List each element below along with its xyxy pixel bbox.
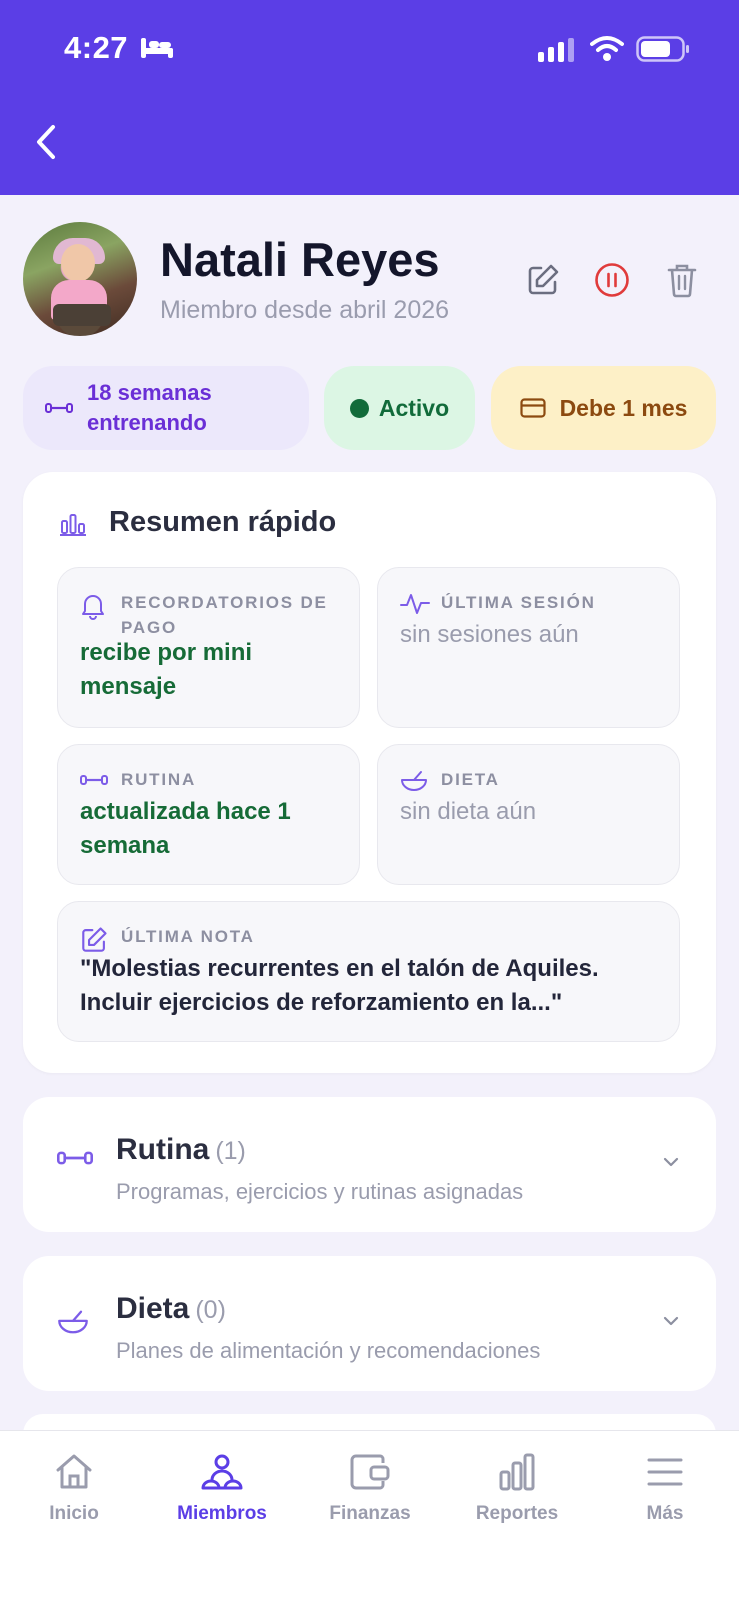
nav-item-inicio[interactable]: Inicio [0, 1449, 148, 1525]
pause-button[interactable] [590, 258, 634, 302]
battery-icon [636, 36, 690, 67]
routine-section[interactable]: Rutina (1) Programas, ejercicios y rutina… [23, 1097, 716, 1232]
edit-button[interactable] [521, 258, 565, 302]
section-count: (0) [195, 1296, 226, 1324]
activity-icon [400, 592, 430, 621]
nav-label: Finanzas [329, 1503, 411, 1524]
chevron-down-icon[interactable] [663, 1314, 679, 1332]
trash-icon [667, 264, 697, 298]
quick-summary-card: Resumen rápido RECORDATORIOS DE PAGO rec… [23, 472, 716, 1073]
menu-icon [591, 1449, 739, 1495]
nav-item-reportes[interactable]: Reportes [443, 1449, 591, 1525]
chevron-down-icon[interactable] [663, 1155, 679, 1173]
status-dot-icon [349, 398, 369, 418]
debt-label: Debe 1 mes [559, 394, 688, 421]
nav-label: Inicio [49, 1503, 99, 1524]
section-count: (1) [215, 1137, 246, 1165]
wifi-icon [590, 34, 624, 67]
weeks-training-label: 18 semanas entrenando [87, 380, 212, 435]
tile-label: RUTINA [121, 770, 197, 789]
pause-icon [595, 263, 629, 297]
chevron-left-icon [37, 125, 55, 159]
dumbbell-icon [57, 1149, 93, 1172]
nav-label: Reportes [475, 1503, 559, 1524]
dumbbell-icon [80, 769, 108, 792]
status-badge: Activo [324, 366, 475, 450]
nav-item-mas[interactable]: Más [591, 1449, 739, 1525]
tile-label: RECORDATORIOS DE PAGO [121, 593, 328, 637]
nav-label: Más [646, 1503, 684, 1524]
chart-icon [443, 1449, 591, 1495]
tile-value: "Molestias recurrentes en el talón de Aq… [80, 955, 599, 1016]
weeks-training-chip: 18 semanas entrenando [23, 366, 309, 450]
member-since: Miembro desde abril 2026 [160, 296, 450, 324]
home-icon [0, 1449, 148, 1495]
summary-title: Resumen rápido [109, 506, 337, 538]
tile-label: ÚLTIMA NOTA [121, 927, 255, 946]
status-label: Activo [378, 394, 450, 421]
app-header: 4:27 [0, 0, 739, 195]
tile-value: sin dieta aún [400, 798, 537, 825]
payment-reminders-tile: RECORDATORIOS DE PAGO recibe por mini me… [57, 567, 360, 728]
last-note-tile[interactable]: ÚLTIMA NOTA "Molestias recurrentes en el… [57, 901, 680, 1042]
edit-icon [528, 264, 559, 295]
section-title-text: Dieta [116, 1292, 190, 1325]
back-button[interactable] [26, 118, 66, 166]
bowl-icon [400, 769, 428, 798]
tile-label: DIETA [441, 770, 500, 789]
card-icon [519, 398, 546, 418]
section-subtitle: Planes de alimentación y recomendaciones [116, 1338, 541, 1363]
diet-section[interactable]: Dieta (0) Planes de alimentación y recome… [23, 1256, 716, 1391]
tile-value: actualizada hace 1 semana [80, 798, 291, 859]
bottom-nav: Inicio Miembros Finanzas Reportes Más [0, 1430, 739, 1600]
bell-icon [80, 592, 106, 625]
section-subtitle: Programas, ejercicios y rutinas asignada… [116, 1179, 524, 1204]
nav-label: Miembros [177, 1503, 267, 1524]
tile-value: sin sesiones aún [400, 621, 579, 648]
section-title: Rutina (1) [116, 1133, 246, 1167]
status-time: 4:27 [64, 30, 129, 65]
nav-item-finanzas[interactable]: Finanzas [296, 1449, 444, 1525]
routine-tile: RUTINA actualizada hace 1 semana [57, 744, 360, 885]
bar-chart-icon [59, 512, 87, 541]
section-title: Dieta (0) [116, 1292, 226, 1326]
debt-badge[interactable]: Debe 1 mes [491, 366, 716, 450]
members-icon [148, 1449, 296, 1495]
wallet-icon [296, 1449, 444, 1495]
avatar [23, 222, 137, 336]
dumbbell-icon [45, 403, 73, 413]
diet-tile: DIETA sin dieta aún [377, 744, 680, 885]
section-title-text: Rutina [116, 1133, 210, 1166]
bed-icon [140, 37, 174, 64]
nav-item-miembros[interactable]: Miembros [148, 1449, 296, 1525]
delete-button[interactable] [660, 258, 704, 302]
signal-icon [538, 38, 576, 67]
last-session-tile: ÚLTIMA SESIÓN sin sesiones aún [377, 567, 680, 728]
tile-label: ÚLTIMA SESIÓN [441, 593, 596, 612]
tile-value: recibe por mini mensaje [80, 639, 253, 700]
member-name: Natali Reyes [160, 233, 440, 286]
bowl-icon [57, 1308, 89, 1341]
